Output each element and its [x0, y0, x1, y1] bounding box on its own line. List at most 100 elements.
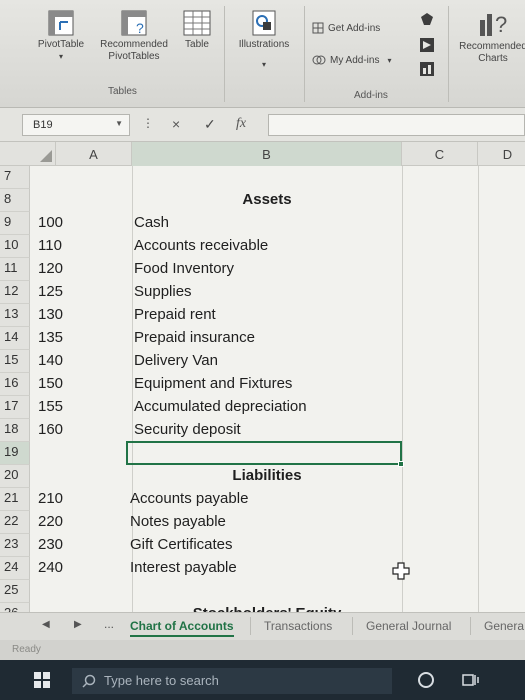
- cell-a[interactable]: 230: [38, 534, 63, 553]
- formula-input[interactable]: [268, 114, 525, 136]
- tab-general-ledger[interactable]: Genera: [484, 619, 524, 633]
- tab-separator: [250, 617, 251, 635]
- cell-a[interactable]: 100: [38, 212, 63, 231]
- cell-b[interactable]: Cash: [134, 212, 169, 231]
- more-options-icon[interactable]: ⋮: [142, 116, 154, 130]
- cell-a[interactable]: 155: [38, 396, 63, 415]
- tab-scroll-right-icon[interactable]: ▶: [74, 619, 82, 630]
- windows-start-icon[interactable]: [34, 672, 50, 688]
- cortana-icon[interactable]: [418, 672, 434, 688]
- spreadsheet-grid[interactable]: A B C D 7 8 Assets 9 100 Cash 10 110 Accounts re…: [0, 142, 525, 612]
- select-all-corner[interactable]: [0, 142, 56, 166]
- tab-chart-of-accounts[interactable]: Chart of Accounts: [130, 619, 234, 637]
- cursor-cross-icon: [392, 562, 410, 580]
- column-header-c[interactable]: C: [402, 142, 478, 166]
- row-header[interactable]: 16: [0, 373, 30, 396]
- tab-scroll-left-icon[interactable]: ◀: [42, 619, 50, 630]
- table-button[interactable]: Table: [178, 10, 216, 51]
- row-header[interactable]: 8: [0, 189, 30, 212]
- cancel-icon[interactable]: ×: [172, 116, 180, 132]
- recommended-charts-button[interactable]: ? Recommended Charts: [454, 10, 525, 65]
- row-header[interactable]: 14: [0, 327, 30, 350]
- cell-a[interactable]: 150: [38, 373, 63, 392]
- name-box[interactable]: B19 ▼: [22, 114, 130, 136]
- cell-b[interactable]: Accounts payable: [130, 488, 248, 507]
- cell-b[interactable]: Accumulated depreciation: [134, 396, 307, 415]
- gridline: [402, 166, 403, 612]
- svg-text:?: ?: [136, 20, 144, 36]
- cell-b[interactable]: Gift Certificates: [130, 534, 233, 553]
- sheet-tabs-bar: ◀ ▶ ... Chart of Accounts Transactions G…: [0, 612, 525, 640]
- cell-b[interactable]: Notes payable: [130, 511, 226, 530]
- row-header[interactable]: 24: [0, 557, 30, 580]
- my-addins-button[interactable]: My Add-ins ▾: [312, 54, 391, 66]
- cell-b[interactable]: Assets: [132, 189, 402, 208]
- search-icon: [82, 674, 96, 688]
- insert-function-icon[interactable]: fx: [236, 116, 246, 132]
- cell-a[interactable]: 110: [38, 235, 62, 254]
- row-header[interactable]: 20: [0, 465, 30, 488]
- row-header[interactable]: 11: [0, 258, 30, 281]
- column-header-b[interactable]: B: [132, 142, 402, 166]
- status-text: Ready: [12, 644, 41, 655]
- cell-b[interactable]: Stockholders' Equity: [132, 603, 402, 612]
- recommended-pivottables-button[interactable]: ? Recommended PivotTables: [92, 10, 176, 63]
- row-header[interactable]: 23: [0, 534, 30, 557]
- cell-a[interactable]: 210: [38, 488, 63, 507]
- column-header-d[interactable]: D: [478, 142, 525, 166]
- cell-b[interactable]: Supplies: [134, 281, 192, 300]
- row-header[interactable]: 15: [0, 350, 30, 373]
- cell-a[interactable]: 125: [38, 281, 63, 300]
- row-header[interactable]: 17: [0, 396, 30, 419]
- pivot-table-button[interactable]: PivotTable ▾: [30, 10, 92, 63]
- cell-b[interactable]: Liabilities: [132, 465, 402, 484]
- store-icon: [312, 22, 324, 34]
- illustrations-icon: [252, 10, 276, 36]
- get-addins-button[interactable]: Get Add-ins: [312, 22, 380, 34]
- cell-a[interactable]: 240: [38, 557, 63, 576]
- cell-a[interactable]: 120: [38, 258, 63, 277]
- row-header[interactable]: 25: [0, 580, 30, 603]
- row-header[interactable]: 13: [0, 304, 30, 327]
- column-header-a[interactable]: A: [56, 142, 132, 166]
- ribbon: PivotTable ▾ ? Recommended PivotTables T…: [0, 0, 525, 108]
- chevron-down-icon[interactable]: ▼: [115, 119, 123, 128]
- recommended-charts-icon: ?: [480, 12, 507, 37]
- enter-icon[interactable]: ✓: [204, 116, 216, 133]
- cell-a[interactable]: 220: [38, 511, 63, 530]
- pivot-table-icon: [48, 10, 74, 36]
- row-header[interactable]: 21: [0, 488, 30, 511]
- tab-more-icon[interactable]: ...: [104, 617, 114, 631]
- cell-a[interactable]: 130: [38, 304, 63, 323]
- row-header[interactable]: 26: [0, 603, 30, 612]
- cell-b[interactable]: Equipment and Fixtures: [134, 373, 292, 392]
- cell-a[interactable]: 160: [38, 419, 63, 438]
- row-header[interactable]: 22: [0, 511, 30, 534]
- cell-b[interactable]: Prepaid insurance: [134, 327, 255, 346]
- cell-b[interactable]: Delivery Van: [134, 350, 218, 369]
- selected-cell-b19[interactable]: [126, 441, 404, 467]
- bing-maps-icon[interactable]: [420, 12, 434, 26]
- cell-b[interactable]: Security deposit: [134, 419, 241, 438]
- cell-b[interactable]: Prepaid rent: [134, 304, 216, 323]
- people-graph-icon[interactable]: [420, 62, 434, 76]
- row-header[interactable]: 9: [0, 212, 30, 235]
- row-header[interactable]: 7: [0, 166, 30, 189]
- row-header[interactable]: 18: [0, 419, 30, 442]
- row-header[interactable]: 19: [0, 442, 30, 465]
- row-header[interactable]: 10: [0, 235, 30, 258]
- task-view-icon[interactable]: [462, 672, 480, 688]
- cell-b[interactable]: Food Inventory: [134, 258, 234, 277]
- tab-general-journal[interactable]: General Journal: [366, 619, 451, 633]
- fill-handle[interactable]: [398, 461, 404, 467]
- illustrations-button[interactable]: Illustrations ▾: [230, 10, 298, 71]
- cell-a[interactable]: 135: [38, 327, 63, 346]
- cell-b[interactable]: Interest payable: [130, 557, 237, 576]
- taskbar-search-input[interactable]: Type here to search: [72, 668, 392, 694]
- cell-b[interactable]: Accounts receivable: [134, 235, 268, 254]
- cell-a[interactable]: 140: [38, 350, 63, 369]
- tab-transactions[interactable]: Transactions: [264, 619, 332, 633]
- row-header[interactable]: 12: [0, 281, 30, 304]
- visio-icon[interactable]: [420, 38, 434, 52]
- svg-text:?: ?: [495, 12, 507, 37]
